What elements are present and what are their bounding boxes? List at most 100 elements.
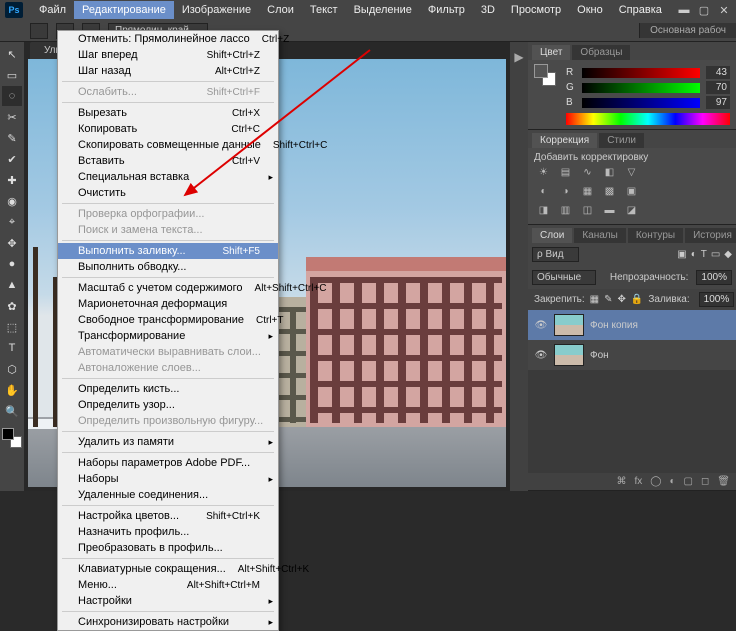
value-r[interactable]: 43 <box>706 66 730 79</box>
blend-mode[interactable]: Обычные <box>532 270 596 285</box>
value-g[interactable]: 70 <box>706 81 730 94</box>
tool-8[interactable]: ⌖ <box>2 212 22 232</box>
levels-icon[interactable]: ▤ <box>558 167 573 178</box>
tool-9[interactable]: ✥ <box>2 233 22 253</box>
opacity-value[interactable]: 100% <box>696 270 732 285</box>
tool-preset-icon[interactable] <box>30 23 48 39</box>
lock-trans-icon[interactable]: ▦ <box>590 294 599 305</box>
layer-row[interactable]: 👁Фон <box>528 340 736 370</box>
channel-mixer-icon[interactable]: ▩ <box>602 186 617 197</box>
tool-15[interactable]: ⬡ <box>2 359 22 379</box>
tool-10[interactable]: ● <box>2 254 22 274</box>
invert-icon[interactable]: ◨ <box>536 205 551 216</box>
tab-adjustments[interactable]: Коррекция <box>532 133 597 148</box>
slider-g[interactable] <box>582 83 700 93</box>
tab-color[interactable]: Цвет <box>532 45 570 60</box>
menu-редактирование[interactable]: Редактирование <box>74 1 174 19</box>
window-minimize[interactable]: ▬ <box>676 4 692 17</box>
menu-item[interactable]: ВырезатьCtrl+X <box>58 105 278 121</box>
posterize-icon[interactable]: ▥ <box>558 205 573 216</box>
tool-13[interactable]: ⬚ <box>2 317 22 337</box>
menu-item[interactable]: Преобразовать в профиль... <box>58 540 278 556</box>
menu-item[interactable]: Удалить из памяти <box>58 434 278 450</box>
menu-3d[interactable]: 3D <box>473 1 503 19</box>
new-layer-icon[interactable]: ◻ <box>701 476 709 487</box>
visibility-icon[interactable]: 👁 <box>534 320 548 331</box>
menu-item[interactable]: Скопировать совмещенные данныеShift+Ctrl… <box>58 137 278 153</box>
bw-icon[interactable]: ◑ <box>558 186 573 197</box>
layer-thumb[interactable] <box>554 344 584 366</box>
lock-paint-icon[interactable]: ✎ <box>604 294 612 305</box>
menu-item[interactable]: Трансформирование <box>58 328 278 344</box>
menu-выделение[interactable]: Выделение <box>346 1 420 19</box>
menu-текст[interactable]: Текст <box>302 1 346 19</box>
menu-item[interactable]: Масштаб с учетом содержимогоAlt+Shift+Ct… <box>58 280 278 296</box>
filter-adjust-icon[interactable]: ◐ <box>691 249 697 260</box>
window-close[interactable]: ✕ <box>716 4 732 17</box>
tool-12[interactable]: ✿ <box>2 296 22 316</box>
menu-фильтр[interactable]: Фильтр <box>420 1 473 19</box>
color-swatches[interactable] <box>2 428 22 448</box>
tool-14[interactable]: T <box>2 338 22 358</box>
filter-type-icon[interactable]: T <box>701 249 707 260</box>
menu-окно[interactable]: Окно <box>569 1 611 19</box>
tool-6[interactable]: ✚ <box>2 170 22 190</box>
gradient-map-icon[interactable]: ▬ <box>602 205 617 216</box>
menu-item[interactable]: Выполнить заливку...Shift+F5 <box>58 243 278 259</box>
menu-item[interactable]: Определить узор... <box>58 397 278 413</box>
tool-2[interactable]: ◌ <box>2 86 22 106</box>
hue-icon[interactable]: ◐ <box>536 186 551 197</box>
menu-item[interactable]: Отменить: Прямолинейное лассоCtrl+Z <box>58 31 278 47</box>
layer-mask-icon[interactable]: ◯ <box>650 476 661 487</box>
tool-16[interactable]: ✋ <box>2 380 22 400</box>
tab-paths[interactable]: Контуры <box>628 228 683 243</box>
menu-item[interactable]: Выполнить обводку... <box>58 259 278 275</box>
layer-thumb[interactable] <box>554 314 584 336</box>
tab-channels[interactable]: Каналы <box>574 228 626 243</box>
selective-color-icon[interactable]: ◪ <box>624 205 639 216</box>
lock-pos-icon[interactable]: ✥ <box>618 294 626 305</box>
delete-layer-icon[interactable]: 🗑 <box>717 476 730 487</box>
visibility-icon[interactable]: 👁 <box>534 350 548 361</box>
color-swatch-pair[interactable] <box>534 64 556 86</box>
menu-item[interactable]: Наборы параметров Adobe PDF... <box>58 455 278 471</box>
curves-icon[interactable]: ∿ <box>580 167 595 178</box>
fill-value[interactable]: 100% <box>699 292 735 307</box>
menu-item[interactable]: Назначить профиль... <box>58 524 278 540</box>
tool-1[interactable]: ▭ <box>2 65 22 85</box>
lock-all-icon[interactable]: 🔒 <box>631 294 643 305</box>
menu-справка[interactable]: Справка <box>611 1 670 19</box>
brightness-icon[interactable]: ☀ <box>536 167 551 178</box>
tool-11[interactable]: ▲ <box>2 275 22 295</box>
window-maximize[interactable]: ▢ <box>696 4 712 17</box>
tool-17[interactable]: 🔍 <box>2 401 22 421</box>
menu-слои[interactable]: Слои <box>259 1 302 19</box>
tool-3[interactable]: ✂ <box>2 107 22 127</box>
menu-просмотр[interactable]: Просмотр <box>503 1 569 19</box>
tool-5[interactable]: ✔ <box>2 149 22 169</box>
layer-fx-icon[interactable]: fx <box>635 476 643 487</box>
menu-item[interactable]: Свободное трансформированиеCtrl+T <box>58 312 278 328</box>
tab-swatches[interactable]: Образцы <box>572 45 630 60</box>
exposure-icon[interactable]: ◧ <box>602 167 617 178</box>
link-layers-icon[interactable]: ⌘ <box>617 476 627 487</box>
menu-изображение[interactable]: Изображение <box>174 1 259 19</box>
menu-item[interactable]: Очистить <box>58 185 278 201</box>
menu-item[interactable]: Наборы <box>58 471 278 487</box>
menu-item[interactable]: ВставитьCtrl+V <box>58 153 278 169</box>
value-b[interactable]: 97 <box>706 96 730 109</box>
layer-row[interactable]: 👁Фон копия <box>528 310 736 340</box>
vibrance-icon[interactable]: ▽ <box>624 167 639 178</box>
menu-item[interactable]: Синхронизировать настройки <box>58 614 278 630</box>
photo-filter-icon[interactable]: ▦ <box>580 186 595 197</box>
filter-shape-icon[interactable]: ▭ <box>711 249 720 260</box>
menu-item[interactable]: Шаг впередShift+Ctrl+Z <box>58 47 278 63</box>
lut-icon[interactable]: ▣ <box>624 186 639 197</box>
tool-7[interactable]: ◉ <box>2 191 22 211</box>
slider-b[interactable] <box>582 98 700 108</box>
workspace-switcher[interactable]: Основная рабоч <box>639 23 736 38</box>
filter-smart-icon[interactable]: ◆ <box>724 249 732 260</box>
layer-filter[interactable]: ρ Вид <box>532 247 579 262</box>
threshold-icon[interactable]: ◫ <box>580 205 595 216</box>
menu-item[interactable]: Марионеточная деформация <box>58 296 278 312</box>
